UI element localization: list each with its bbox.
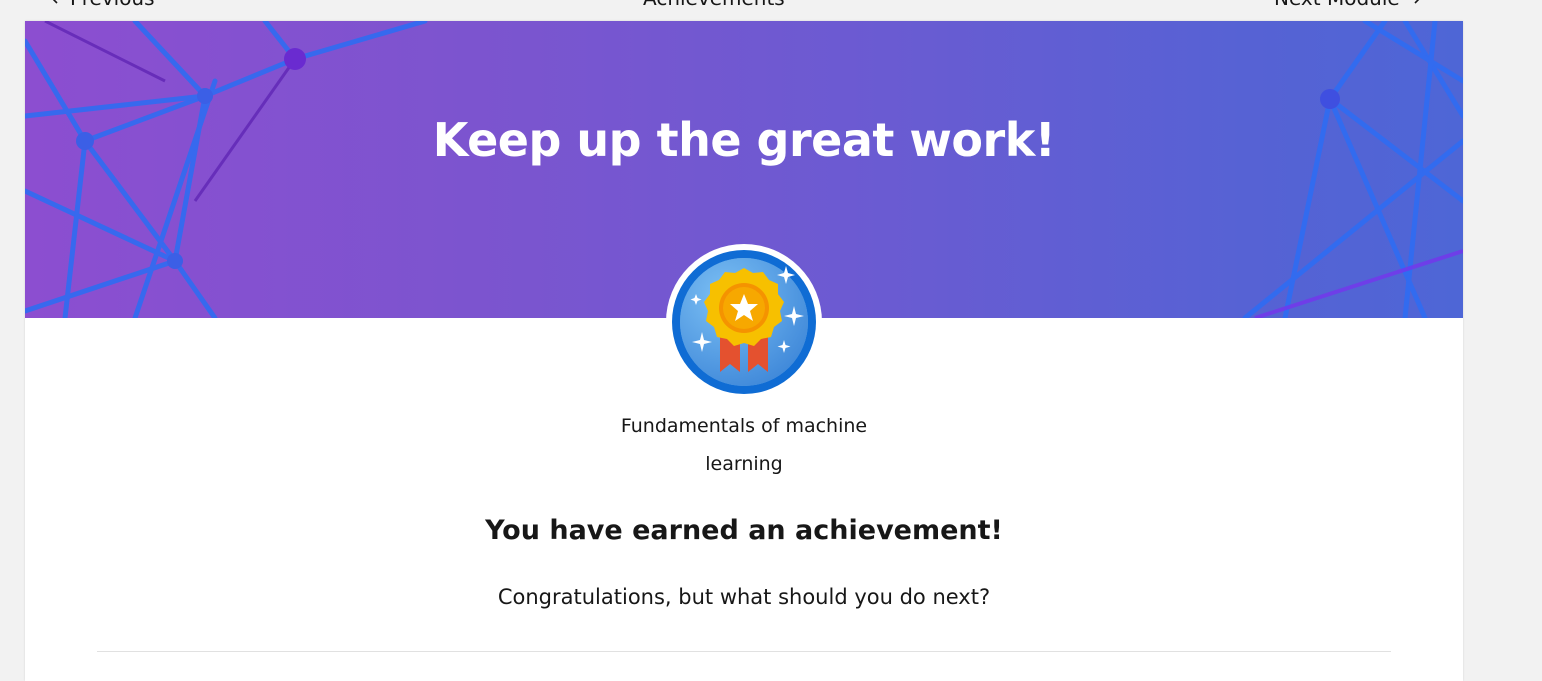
divider (97, 651, 1391, 652)
achievement-badge (666, 244, 822, 400)
chevron-right-icon (1414, 0, 1419, 4)
next-steps-text: Congratulations, but what should you do … (497, 585, 991, 609)
achievement-card: Keep up the great work! Fundamentals of … (25, 21, 1463, 681)
page-section-label: Achievements (643, 0, 785, 10)
chevron-left-icon (52, 0, 58, 4)
medal-star-icon (668, 246, 820, 398)
module-navigation: Previous Achievements Next Module (0, 0, 1542, 16)
next-module-label: Next Module (1274, 0, 1400, 10)
hero-title: Keep up the great work! (432, 113, 1056, 167)
achievement-heading: You have earned an achievement! (485, 515, 1003, 546)
next-module-link[interactable]: Next Module (1274, 0, 1424, 10)
module-name: Fundamentals of machine learning (620, 415, 868, 475)
previous-label: Previous (70, 0, 155, 10)
previous-link[interactable]: Previous (48, 0, 155, 10)
